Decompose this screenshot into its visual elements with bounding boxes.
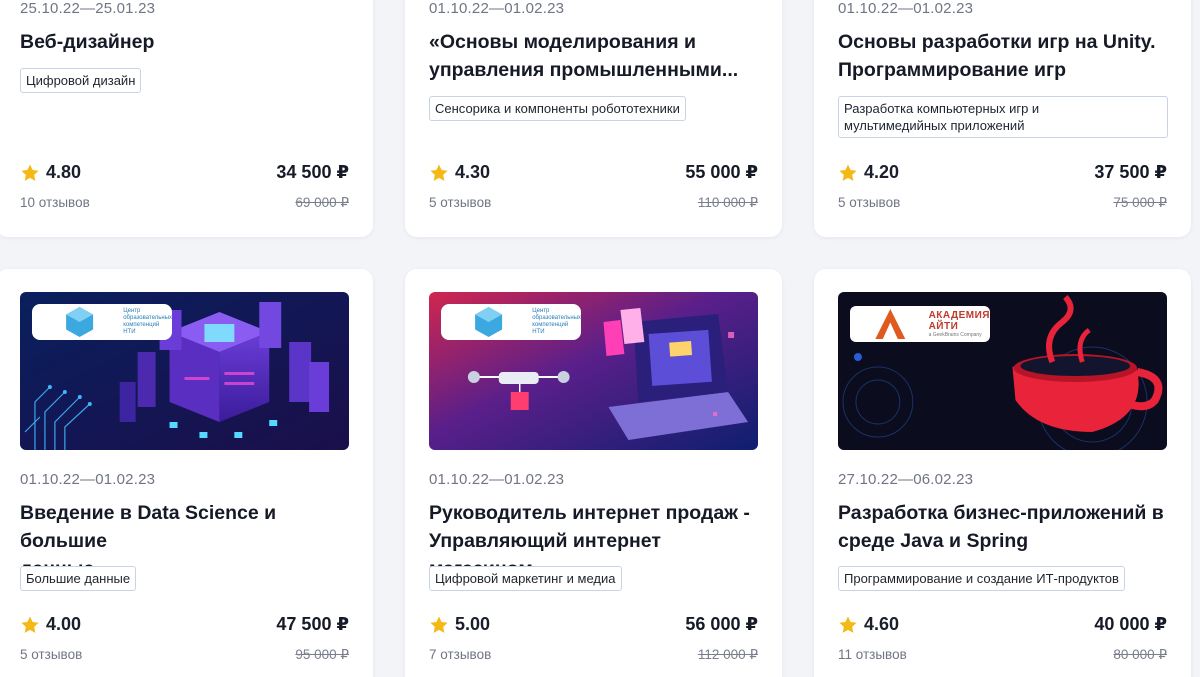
star-icon bbox=[21, 616, 39, 633]
star-icon bbox=[839, 164, 857, 181]
course-title[interactable]: Веб-дизайнер bbox=[20, 28, 349, 56]
course-banner[interactable]: Центр образовательных компетенций НТИ bbox=[429, 292, 758, 450]
course-dates: 01.10.22—01.02.23 bbox=[429, 471, 565, 488]
course-card-java-spring[interactable]: АКАДЕМИЯ АЙТИ a GeekBrains Company 27.10… bbox=[814, 269, 1191, 677]
course-banner[interactable]: АКАДЕМИЯ АЙТИ a GeekBrains Company bbox=[838, 292, 1167, 450]
a-logo-icon bbox=[875, 309, 906, 339]
rating: 4.20 bbox=[838, 162, 899, 183]
category-tag[interactable]: Программирование и создание ИТ-продуктов bbox=[838, 566, 1125, 591]
cube-logo-icon bbox=[475, 307, 503, 337]
rating: 5.00 bbox=[429, 614, 490, 635]
star-icon bbox=[21, 164, 39, 181]
price: 34 500 ₽ bbox=[276, 162, 349, 182]
course-card-ecommerce-manager[interactable]: Центр образовательных компетенций НТИ 01… bbox=[405, 269, 782, 677]
course-card-industrial-modeling[interactable]: 01.10.22—01.02.23 «Основы моделирования … bbox=[405, 0, 782, 237]
course-dates: 25.10.22—25.01.23 bbox=[20, 0, 156, 17]
category-tag[interactable]: Разработка компьютерных игр и мультимеди… bbox=[838, 96, 1168, 138]
price: 40 000 ₽ bbox=[1094, 614, 1167, 634]
star-icon bbox=[430, 164, 448, 181]
old-price: 69 000 ₽ bbox=[295, 195, 349, 210]
old-price: 80 000 ₽ bbox=[1113, 647, 1167, 662]
nti-logo: Центр образовательных компетенций НТИ bbox=[32, 304, 172, 340]
course-title[interactable]: «Основы моделирования и управления промы… bbox=[429, 28, 758, 84]
course-dates: 01.10.22—01.02.23 bbox=[429, 0, 565, 17]
nti-logo: Центр образовательных компетенций НТИ bbox=[441, 304, 581, 340]
old-price: 112 000 ₽ bbox=[697, 647, 758, 662]
rating-value: 4.80 bbox=[46, 162, 82, 182]
rating: 4.00 bbox=[20, 614, 81, 635]
course-dates: 01.10.22—01.02.23 bbox=[20, 471, 156, 488]
old-price: 95 000 ₽ bbox=[295, 647, 349, 662]
reviews-count[interactable]: 11 отзывов bbox=[838, 647, 907, 662]
rating-value: 4.60 bbox=[864, 614, 900, 634]
price: 37 500 ₽ bbox=[1094, 162, 1167, 182]
reviews-count[interactable]: 5 отзывов bbox=[838, 195, 900, 210]
course-card-web-designer[interactable]: 25.10.22—25.01.23 Веб-дизайнер Цифровой … bbox=[0, 0, 373, 237]
course-title[interactable]: Разработка бизнес-приложений в среде Jav… bbox=[838, 499, 1167, 555]
course-card-unity-games[interactable]: 01.10.22—01.02.23 Основы разработки игр … bbox=[814, 0, 1191, 237]
price: 56 000 ₽ bbox=[685, 614, 758, 634]
reviews-count[interactable]: 7 отзывов bbox=[429, 647, 491, 662]
course-title[interactable]: Основы разработки игр на Unity. Программ… bbox=[838, 28, 1167, 84]
course-dates: 01.10.22—01.02.23 bbox=[838, 0, 974, 17]
star-icon bbox=[839, 616, 857, 633]
reviews-count[interactable]: 5 отзывов bbox=[20, 647, 82, 662]
category-tag[interactable]: Цифровой маркетинг и медиа bbox=[429, 566, 622, 591]
old-price: 110 000 ₽ bbox=[697, 195, 758, 210]
course-dates: 27.10.22—06.02.23 bbox=[838, 471, 974, 488]
price: 55 000 ₽ bbox=[685, 162, 758, 182]
star-icon bbox=[430, 616, 448, 633]
category-tag[interactable]: Большие данные bbox=[20, 566, 137, 591]
course-card-data-science[interactable]: Центр образовательных компетенций НТИ 01… bbox=[0, 269, 373, 677]
reviews-count[interactable]: 10 отзывов bbox=[20, 195, 90, 210]
cube-logo-icon bbox=[66, 307, 94, 337]
category-tag[interactable]: Цифровой дизайн bbox=[20, 68, 142, 93]
rating: 4.60 bbox=[838, 614, 899, 635]
course-banner[interactable]: Центр образовательных компетенций НТИ bbox=[20, 292, 349, 450]
rating-value: 4.30 bbox=[455, 162, 491, 182]
reviews-count[interactable]: 5 отзывов bbox=[429, 195, 491, 210]
rating-value: 4.20 bbox=[864, 162, 900, 182]
rating: 4.30 bbox=[429, 162, 490, 183]
rating: 4.80 bbox=[20, 162, 81, 183]
rating-value: 4.00 bbox=[46, 614, 82, 634]
rating-value: 5.00 bbox=[455, 614, 491, 634]
category-tag[interactable]: Сенсорика и компоненты робототехники bbox=[429, 96, 686, 121]
academy-it-logo: АКАДЕМИЯ АЙТИ a GeekBrains Company bbox=[850, 306, 990, 342]
old-price: 75 000 ₽ bbox=[1113, 195, 1167, 210]
price: 47 500 ₽ bbox=[276, 614, 349, 634]
